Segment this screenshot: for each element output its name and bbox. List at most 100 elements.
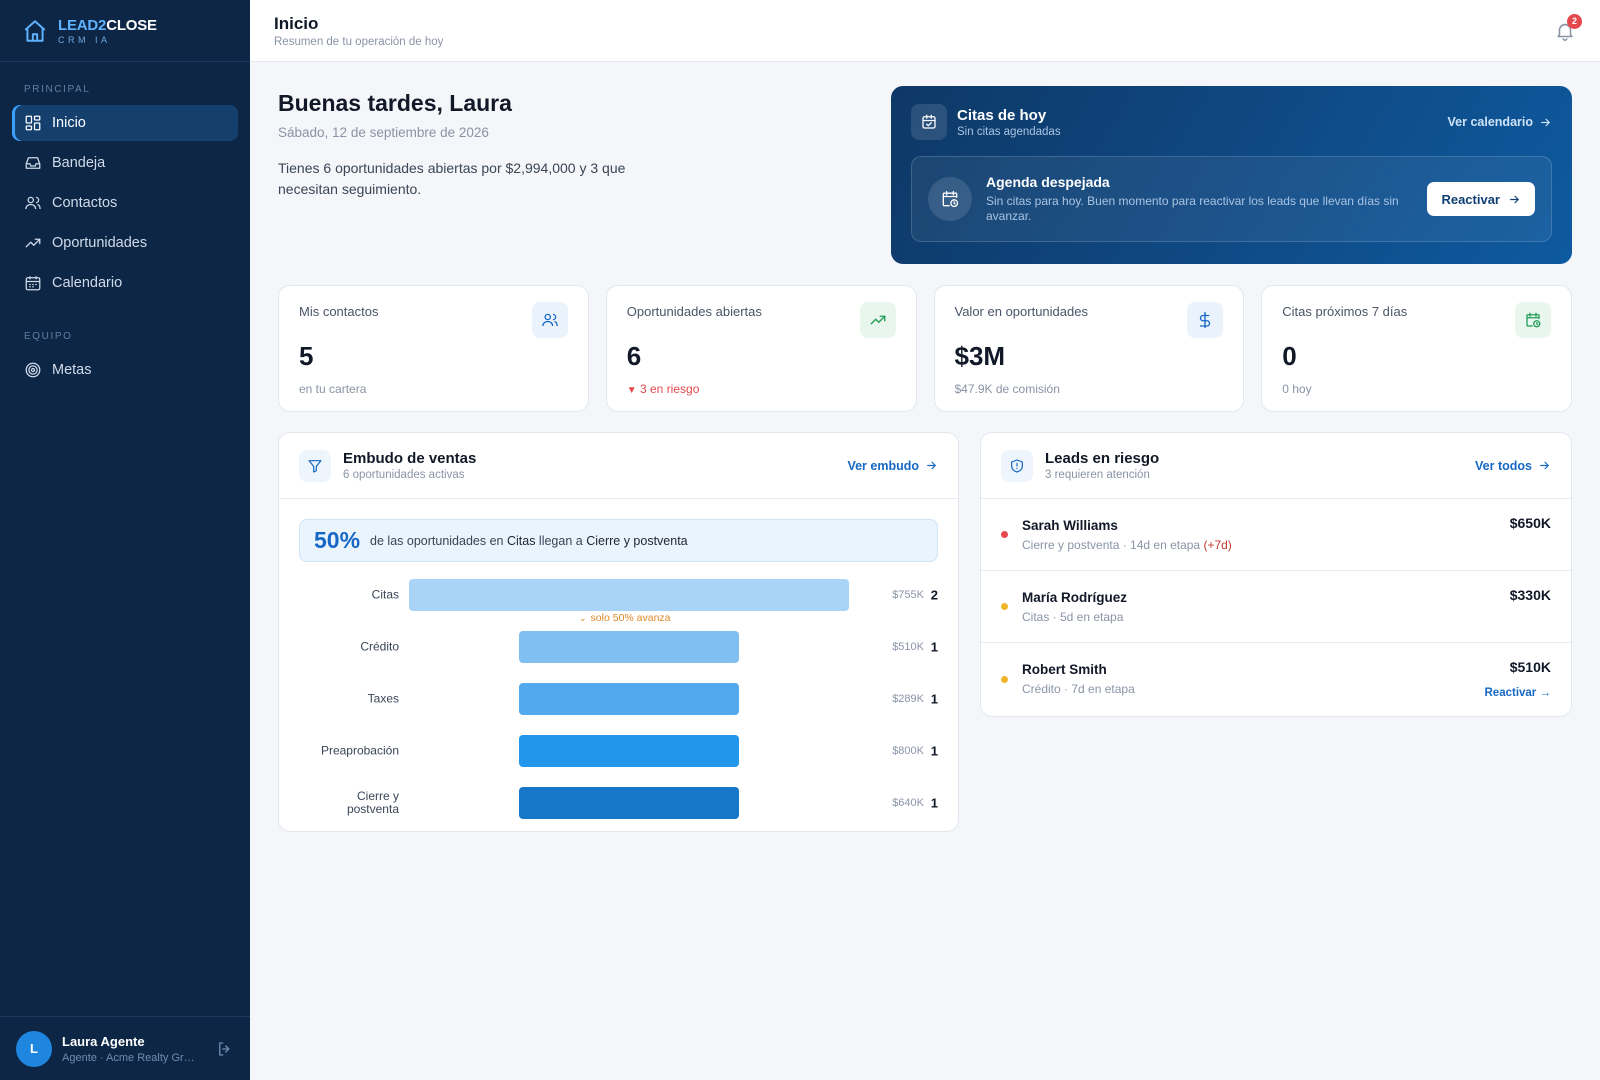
- calendar-clock-icon: [1515, 302, 1551, 338]
- notifications-button[interactable]: 2: [1554, 13, 1582, 42]
- stat-foot: 3 en riesgo: [640, 382, 700, 396]
- lead-row[interactable]: Sarah Williams Cierre y postventa · 14d …: [981, 499, 1571, 571]
- funnel-count: 1: [930, 743, 938, 759]
- sidebar-item-label: Oportunidades: [52, 235, 148, 251]
- view-funnel-link[interactable]: Ver embudo: [847, 459, 938, 473]
- status-dot: [1001, 675, 1008, 683]
- funnel-amount: $800K: [892, 745, 924, 757]
- greeting: Buenas tardes, Laura Sábado, 12 de septi…: [278, 90, 638, 200]
- chevron-down-icon: ⌄: [579, 612, 587, 623]
- brand-tagline: CRM IA: [58, 34, 111, 45]
- arrow-right-icon: [927, 461, 936, 470]
- sidebar: LEAD2CLOSE CRM IA PRINCIPAL Inicio Bande…: [0, 0, 250, 1080]
- conversion-text-a: de las oportunidades en: [370, 533, 507, 548]
- funnel-stage[interactable]: Taxes $289K 1: [299, 683, 938, 715]
- funnel-amount: $640K: [892, 797, 924, 809]
- conversion-to: Cierre y postventa: [586, 533, 688, 548]
- sidebar-item-contactos[interactable]: Contactos: [12, 185, 238, 221]
- stat-card-appointments[interactable]: Citas próximos 7 días 0 0 hoy: [1261, 285, 1572, 412]
- lead-reactivate-link[interactable]: Reactivar →: [1485, 687, 1552, 699]
- logout-icon[interactable]: [216, 1040, 234, 1058]
- sidebar-item-label: Metas: [52, 362, 92, 378]
- brand-name-a: LEAD2: [58, 16, 107, 34]
- funnel-stage-label: Citas: [371, 587, 399, 602]
- view-all-link[interactable]: Ver todos: [1475, 459, 1551, 473]
- arrow-right-icon: [1540, 461, 1549, 470]
- trend-up-icon: [859, 302, 896, 338]
- funnel-count: 1: [930, 639, 938, 655]
- stat-value: 0: [1282, 341, 1297, 371]
- view-all-label: Ver todos: [1475, 458, 1532, 473]
- home-icon: [24, 19, 46, 42]
- funnel-count: 1: [930, 691, 938, 707]
- sidebar-item-oportunidades[interactable]: Oportunidades: [12, 225, 238, 261]
- stat-label: Citas próximos 7 días: [1282, 304, 1408, 319]
- sidebar-item-inicio[interactable]: Inicio: [12, 105, 238, 141]
- drop-note-text: solo 50% avanza: [590, 612, 671, 624]
- brand[interactable]: LEAD2CLOSE CRM IA: [0, 0, 250, 62]
- sidebar-item-label: Inicio: [52, 115, 86, 131]
- page-title: Inicio: [274, 13, 319, 33]
- funnel-stage[interactable]: Cierre y postventa $640K 1: [299, 787, 938, 819]
- appointments-title: Citas de hoy: [957, 106, 1047, 124]
- funnel-amount: $755K: [892, 589, 924, 601]
- main: Inicio Resumen de tu operación de hoy 2 …: [250, 0, 1600, 1080]
- view-calendar-label: Ver calendario: [1447, 115, 1533, 129]
- stats-row: Mis contactos 5 en tu cartera Oportunida…: [278, 285, 1572, 412]
- user-profile: L Laura Agente Agente · Acme Realty Grou…: [0, 1016, 250, 1080]
- stat-foot: 0 hoy: [1282, 382, 1312, 396]
- page-subtitle: Resumen de tu operación de hoy: [274, 35, 444, 48]
- risk-panel: Leads en riesgo 3 requieren atención Ver…: [980, 432, 1572, 717]
- empty-agenda-text: Sin citas para hoy. Buen momento para re…: [986, 194, 1399, 223]
- calendar-check-icon: [911, 104, 947, 140]
- lead-meta: Citas · 5d en etapa: [1022, 609, 1124, 624]
- sidebar-item-calendario[interactable]: Calendario: [12, 265, 238, 301]
- empty-agenda-title: Agenda despejada: [986, 174, 1110, 190]
- greeting-date: Sábado, 12 de septiembre de 2026: [278, 125, 489, 140]
- sidebar-item-bandeja[interactable]: Bandeja: [12, 145, 238, 181]
- funnel-chart: Citas $755K 2 Crédito $510K 1 Taxes $289K 1 Preap…: [299, 562, 938, 819]
- conversion-text: de las oportunidades en Citas llegan a C…: [370, 534, 688, 548]
- conversion-from: Citas: [506, 533, 536, 548]
- stat-value: $3M: [954, 341, 1006, 371]
- sidebar-item-metas[interactable]: Metas: [12, 352, 238, 388]
- grid-icon: [25, 115, 41, 131]
- lead-meta: Crédito · 7d en etapa: [1022, 682, 1135, 696]
- appointments-card: Citas de hoy Sin citas agendadas Ver cal…: [891, 86, 1572, 264]
- stat-label: Mis contactos: [299, 304, 379, 319]
- funnel-bar: [519, 631, 739, 663]
- arrow-right-icon: [1510, 195, 1519, 203]
- stat-foot-risk: ▼ 3 en riesgo: [627, 382, 896, 396]
- funnel-stage[interactable]: Preaprobación $800K 1: [299, 735, 938, 767]
- arrow-right-icon: [1541, 118, 1550, 126]
- lead-value: $510K: [1509, 659, 1551, 675]
- lead-row[interactable]: Robert Smith Crédito · 7d en etapa $510K…: [981, 643, 1571, 715]
- lead-row[interactable]: María Rodríguez Citas · 5d en etapa $330…: [981, 571, 1571, 643]
- funnel-stage[interactable]: Crédito $510K 1: [299, 631, 938, 663]
- funnel-count: 2: [930, 587, 938, 603]
- stat-card-opportunities[interactable]: Oportunidades abiertas 6 ▼ 3 en riesgo: [605, 285, 917, 412]
- funnel-stage-label: Cierre y postventa: [346, 789, 399, 816]
- target-icon: [25, 362, 41, 378]
- empty-agenda: Agenda despejada Sin citas para hoy. Bue…: [911, 156, 1552, 242]
- lead-name: Sarah Williams: [1022, 517, 1118, 533]
- funnel-stage[interactable]: Citas $755K 2: [299, 579, 938, 611]
- calendar-icon: [25, 276, 41, 291]
- funnel-subtitle: 6 oportunidades activas: [343, 469, 465, 481]
- funnel-drop-note: ⌄ solo 50% avanza: [579, 612, 671, 624]
- avatar[interactable]: L: [16, 1030, 52, 1067]
- sidebar-item-label: Contactos: [52, 195, 118, 211]
- lead-overdue: (+7d): [1203, 537, 1232, 552]
- stat-label: Oportunidades abiertas: [626, 304, 762, 319]
- view-calendar-link[interactable]: Ver calendario: [1448, 115, 1552, 129]
- stat-label: Valor en oportunidades: [954, 304, 1088, 319]
- stat-card-value[interactable]: Valor en oportunidades $3M $47.9K de com…: [933, 285, 1245, 412]
- brand-name: LEAD2CLOSE: [58, 17, 157, 34]
- greeting-title: Buenas tardes, Laura: [278, 90, 512, 116]
- inbox-icon: [25, 157, 41, 169]
- stat-card-contacts[interactable]: Mis contactos 5 en tu cartera: [278, 285, 589, 412]
- calendar-clock-icon: [928, 177, 972, 221]
- lead-meta-text: Cierre y postventa · 14d en etapa: [1022, 537, 1201, 552]
- stat-foot: $47.9K de comisión: [954, 382, 1060, 396]
- reactivate-button[interactable]: Reactivar: [1427, 182, 1535, 216]
